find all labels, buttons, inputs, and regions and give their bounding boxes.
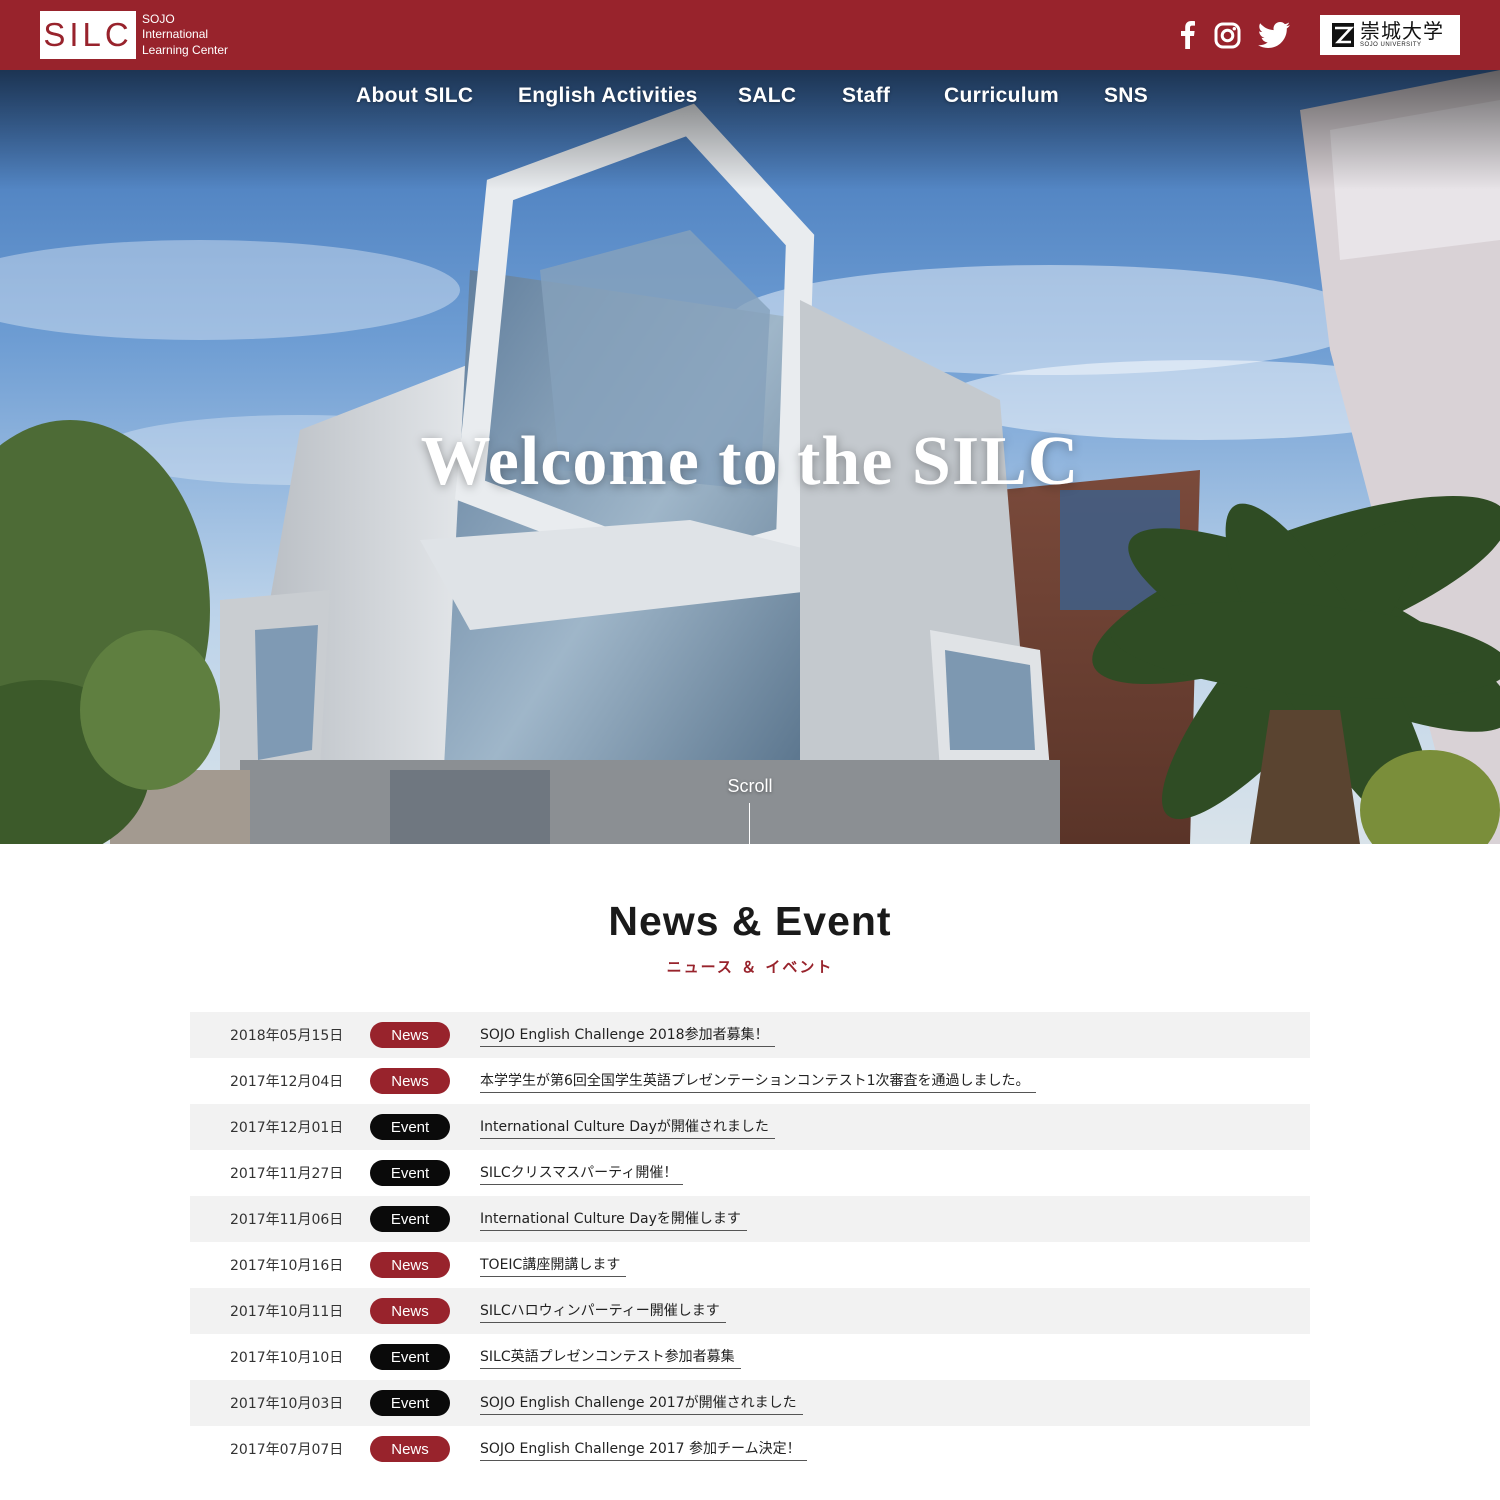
news-row: 2017年10月03日 Event SOJO English Challenge… [190,1380,1310,1426]
news-badge: News [370,1252,450,1278]
sojo-university-logo[interactable]: 崇城大学 SOJO UNIVERSITY [1320,15,1460,55]
news-date: 2017年10月16日 [230,1258,344,1274]
news-link[interactable]: SILCクリスマスパーティ開催！ [480,1162,684,1185]
news-row: 2017年10月11日 News SILCハロウィンパーティー開催します [190,1288,1310,1334]
logo-line: SOJO [142,11,175,26]
news-date: 2017年10月03日 [230,1396,344,1412]
news-badge: News [370,1298,450,1324]
event-badge: Event [370,1206,450,1232]
news-badge: News [370,1022,450,1048]
news-date: 2017年12月01日 [230,1120,344,1136]
news-row: 2017年07月07日 News SOJO English Challenge … [190,1426,1310,1472]
logo-line: Learning Center [142,42,229,57]
news-link[interactable]: TOEIC講座開講します [480,1254,627,1277]
university-name-en: SOJO UNIVERSITY [1360,42,1422,48]
university-mark-icon [1332,23,1354,47]
news-date: 2018年05月15日 [230,1028,344,1044]
university-name-jp: 崇城大学 [1360,19,1444,43]
news-link[interactable]: SILCハロウィンパーティー開催します [480,1300,726,1323]
event-badge: Event [370,1390,450,1416]
news-date: 2017年07月07日 [230,1442,344,1458]
news-link[interactable]: 本学学生が第6回全国学生英語プレゼンテーションコンテスト1次審査を通過しました。 [480,1070,1036,1093]
event-badge: Event [370,1114,450,1140]
news-row: 2017年10月16日 News TOEIC講座開講します [190,1242,1310,1288]
logo-mark: SILC [40,11,136,59]
news-row: 2017年10月10日 Event SILC英語プレゼンコンテスト参加者募集 [190,1334,1310,1380]
silc-logo[interactable]: SILC SOJO International Learning Center [40,11,228,59]
news-row: 2017年12月01日 Event International Culture … [190,1104,1310,1150]
university-name: 崇城大学 SOJO UNIVERSITY [1360,21,1444,49]
nav-salc[interactable]: SALC [738,84,796,108]
facebook-icon[interactable] [1176,17,1200,53]
nav-about-silc[interactable]: About SILC [356,84,473,108]
nav-sns[interactable]: SNS [1104,84,1148,108]
scroll-indicator[interactable]: Scroll [700,776,800,797]
scroll-line [749,803,750,844]
news-link[interactable]: SOJO English Challenge 2017が開催されました [480,1392,803,1415]
news-row: 2017年11月27日 Event SILCクリスマスパーティ開催！ [190,1150,1310,1196]
top-bar: SILC SOJO International Learning Center … [0,0,1500,70]
news-link[interactable]: International Culture Dayを開催します [480,1208,747,1231]
news-date: 2017年12月04日 [230,1074,344,1090]
news-date: 2017年11月06日 [230,1212,344,1228]
news-badge: News [370,1068,450,1094]
news-date: 2017年10月10日 [230,1350,344,1366]
news-list: 2018年05月15日 News SOJO English Challenge … [190,1012,1310,1472]
news-date: 2017年11月27日 [230,1166,344,1182]
news-row: 2017年11月06日 Event International Culture … [190,1196,1310,1242]
event-badge: Event [370,1344,450,1370]
news-row: 2017年12月04日 News 本学学生が第6回全国学生英語プレゼンテーション… [190,1058,1310,1104]
main-nav: About SILC English Activities SALC Staff… [0,84,1500,114]
news-badge: News [370,1436,450,1462]
hero-title: Welcome to the SILC [420,423,1080,500]
nav-curriculum[interactable]: Curriculum [944,84,1059,108]
instagram-icon[interactable] [1210,17,1244,53]
news-link[interactable]: International Culture Dayが開催されました [480,1116,775,1139]
hero-banner: About SILC English Activities SALC Staff… [0,70,1500,844]
event-badge: Event [370,1160,450,1186]
nav-english-activities[interactable]: English Activities [518,84,698,108]
logo-line: International [142,27,209,42]
news-date: 2017年10月11日 [230,1304,344,1320]
news-section-title: News & Event [608,898,892,944]
news-link[interactable]: SOJO English Challenge 2018参加者募集！ [480,1024,775,1047]
nav-staff[interactable]: Staff [842,84,890,108]
twitter-icon[interactable] [1256,17,1292,53]
news-row: 2018年05月15日 News SOJO English Challenge … [190,1012,1310,1058]
news-section-subtitle: ニュース ＆ イベント [666,958,834,976]
news-link[interactable]: SILC英語プレゼンコンテスト参加者募集 [480,1346,741,1369]
logo-text: SOJO International Learning Center [142,12,228,59]
news-link[interactable]: SOJO English Challenge 2017 参加チーム決定！ [480,1438,807,1461]
